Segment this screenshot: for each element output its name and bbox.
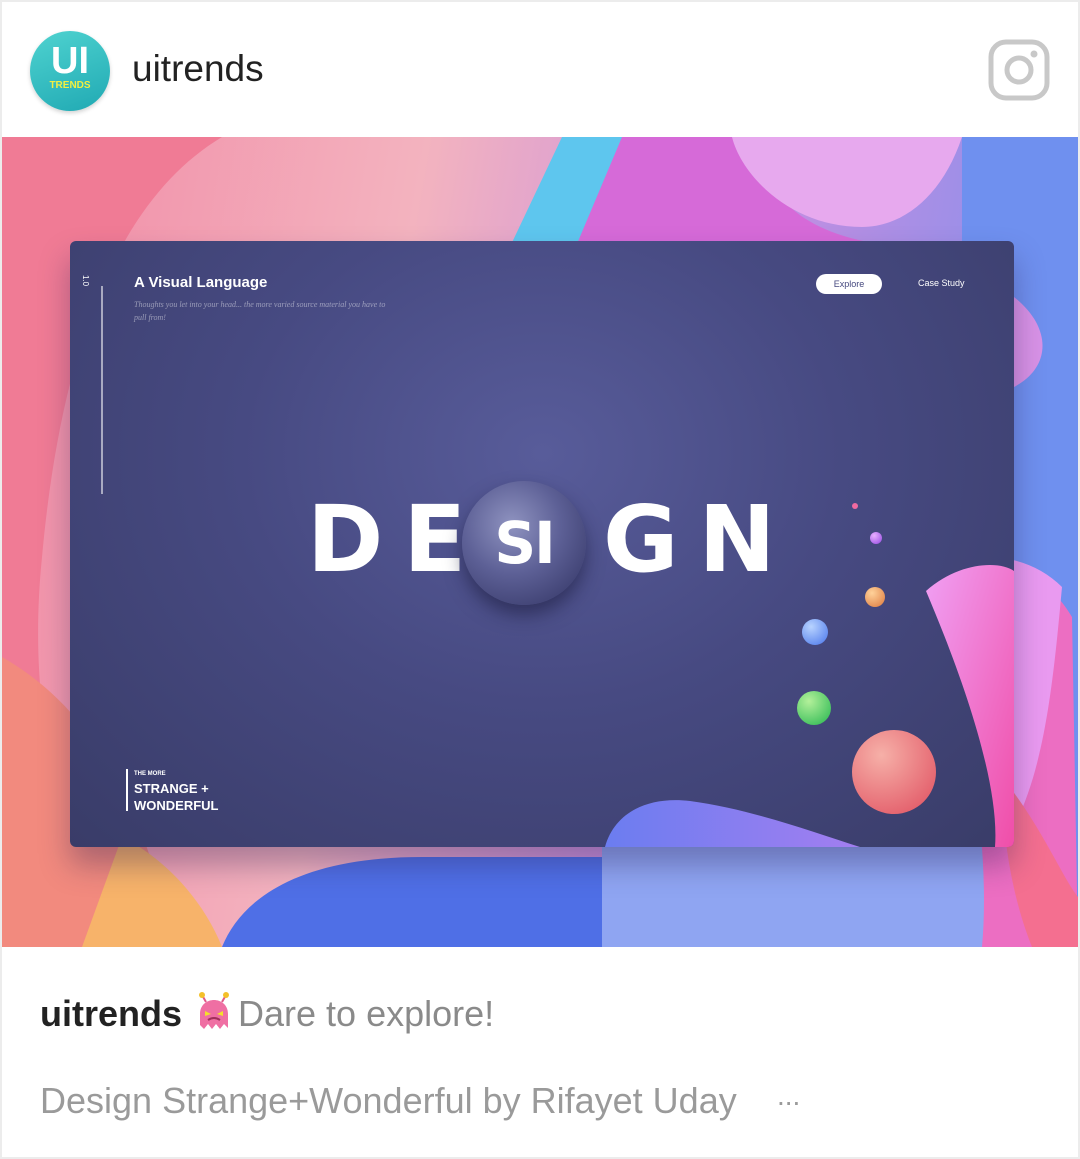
post-image[interactable]: 1.0 A Visual Language Thoughts you let i… [2,137,1078,947]
case-study-link: Case Study [918,278,965,288]
corner-divider [126,769,128,811]
avatar[interactable]: UI TRENDS [30,31,110,111]
instagram-icon[interactable] [988,39,1050,101]
mockup-subtitle: Thoughts you let into your head... the m… [134,300,386,322]
caption-username[interactable]: uitrends [40,993,182,1034]
alien-monster-emoji-icon [199,992,230,1029]
slide-number: 1.0 [81,275,90,287]
design-text-left: DE [307,486,487,593]
design-text-bubble: SI [494,509,555,577]
caption-line-1: uitrends Dare to explore! [40,992,494,1035]
corner-line-2: WONDERFUL [134,798,219,813]
corner-line-1: STRANGE + [134,781,209,796]
avatar-subtext: TRENDS [49,80,91,91]
post-username[interactable]: uitrends [132,48,264,90]
design-mockup-screen: 1.0 A Visual Language Thoughts you let i… [70,241,1014,847]
design-bubble: SI [462,481,586,605]
progress-line [101,286,103,494]
instagram-post-card: UI TRENDS uitrends 1.0 A Visual Language… [0,0,1080,1159]
post-header: UI TRENDS uitrends [2,2,1078,137]
design-text-right: GN [603,486,796,593]
mockup-title: A Visual Language [134,274,268,291]
corner-small-label: THE MORE [134,771,166,777]
avatar-initials: UI [51,40,89,82]
more-button[interactable]: ... [777,1080,800,1112]
caption-line-2: Design Strange+Wonderful by Rifayet Uday [40,1080,737,1121]
caption-text: Dare to explore! [238,993,495,1034]
explore-button: Explore [816,274,882,294]
